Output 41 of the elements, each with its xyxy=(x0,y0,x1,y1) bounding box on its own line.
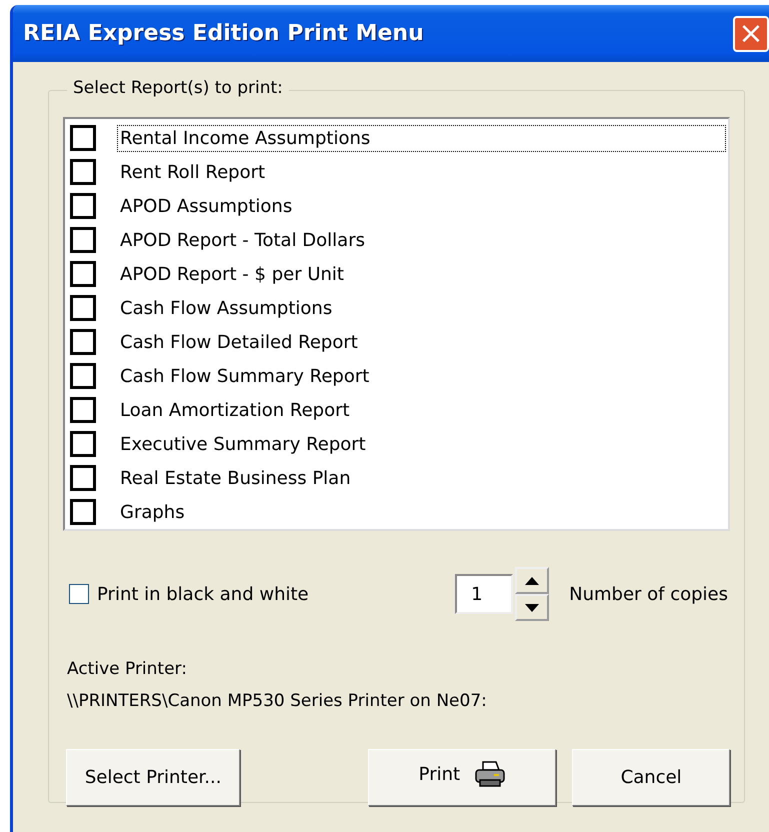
copies-field[interactable]: 1 xyxy=(455,574,514,614)
list-item[interactable]: APOD Report - $ per Unit xyxy=(117,260,726,288)
list-item[interactable]: Loan Amortization Report xyxy=(117,396,726,424)
down-arrow-icon xyxy=(525,604,540,612)
list-item[interactable]: Cash Flow Assumptions xyxy=(117,294,726,322)
list-item[interactable]: Cash Flow Summary Report xyxy=(117,362,726,390)
list-item[interactable]: APOD Assumptions xyxy=(117,192,726,220)
checkbox[interactable] xyxy=(70,295,96,321)
checkbox[interactable] xyxy=(70,125,96,151)
list-item[interactable]: APOD Report - Total Dollars xyxy=(117,226,726,254)
checkbox[interactable] xyxy=(69,584,89,604)
checkbox[interactable] xyxy=(70,363,96,389)
up-arrow-icon xyxy=(525,576,540,584)
print-button[interactable]: Print xyxy=(368,749,556,806)
list-item[interactable]: Executive Summary Report xyxy=(117,430,726,458)
checkbox[interactable] xyxy=(70,193,96,219)
printer-name: \\PRINTERS\Canon MP530 Series Printer on Ne07: xyxy=(67,691,488,711)
close-button[interactable]: × xyxy=(733,16,769,52)
list-item[interactable]: Real Estate Business Plan xyxy=(117,464,726,492)
checkbox[interactable] xyxy=(70,397,96,423)
list-item[interactable]: Rent Roll Report xyxy=(117,158,726,186)
checkbox[interactable] xyxy=(70,329,96,355)
checkbox[interactable] xyxy=(70,227,96,253)
spin-up-button[interactable] xyxy=(515,567,550,594)
select-printer-button[interactable]: Select Printer... xyxy=(66,749,240,806)
printer-label: Active Printer: xyxy=(67,659,188,679)
group-label: Select Report(s) to print: xyxy=(67,78,289,98)
checkbox[interactable] xyxy=(70,431,96,457)
list-item[interactable]: Graphs xyxy=(117,498,726,526)
checkbox-label: Print in black and white xyxy=(97,584,309,604)
checkbox[interactable] xyxy=(70,465,96,491)
cancel-button[interactable]: Cancel xyxy=(572,749,730,806)
list-item[interactable]: Cash Flow Detailed Report xyxy=(117,328,726,356)
copies-label: Number of copies xyxy=(569,584,728,604)
checkbox[interactable] xyxy=(70,159,96,185)
checkbox[interactable] xyxy=(70,499,96,525)
list-item[interactable]: Rental Income Assumptions xyxy=(117,124,726,152)
window-title: REIA Express Edition Print Menu xyxy=(23,21,424,46)
printer-icon xyxy=(474,760,506,788)
checkbox[interactable] xyxy=(70,261,96,287)
spin-down-button[interactable] xyxy=(515,594,550,621)
